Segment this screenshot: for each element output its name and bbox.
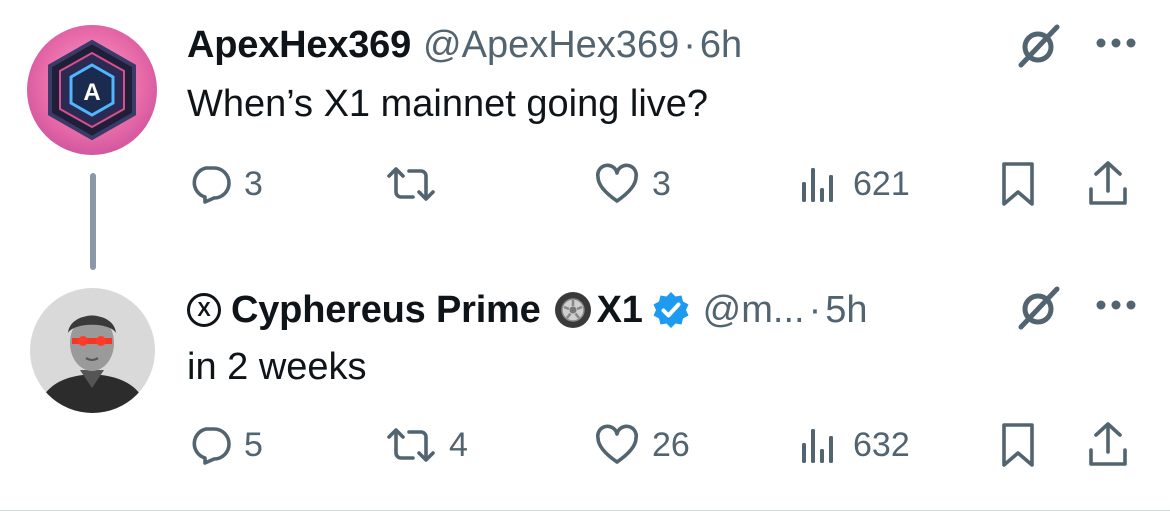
- share-button[interactable]: [1086, 415, 1130, 475]
- views-count: 632: [853, 425, 910, 464]
- bookmark-button[interactable]: [998, 154, 1038, 214]
- bookmark-icon: [1002, 162, 1034, 206]
- bookmark-button[interactable]: [998, 415, 1038, 475]
- tweet-apexhex369[interactable]: A ApexHex369 @ApexHex369 · 6h When’s X1 …: [0, 0, 1170, 270]
- grok-icon[interactable]: [1015, 23, 1061, 69]
- more-icon[interactable]: [1093, 295, 1139, 315]
- reply-button[interactable]: 5: [188, 415, 263, 475]
- reply-icon: [192, 166, 231, 204]
- like-count: 26: [652, 425, 690, 464]
- timestamp[interactable]: 6h: [700, 24, 742, 67]
- like-count: 3: [652, 164, 671, 203]
- views-icon: [802, 429, 833, 463]
- avatar-letter: A: [83, 79, 100, 106]
- reply-icon: [192, 427, 231, 465]
- reply-count: 3: [244, 164, 263, 203]
- user-handle[interactable]: @m...: [703, 289, 805, 332]
- x-badge-icon: X: [187, 293, 221, 327]
- more-icon[interactable]: [1093, 33, 1139, 53]
- grok-icon[interactable]: [1015, 285, 1061, 331]
- timestamp[interactable]: 5h: [825, 289, 867, 332]
- views-button[interactable]: 621: [797, 154, 910, 214]
- views-count: 621: [853, 164, 910, 203]
- share-icon: [1089, 422, 1127, 466]
- retweet-button[interactable]: [385, 154, 449, 214]
- tweet-header: X Cyphereus Prime X1 @m... · 5h: [187, 285, 868, 335]
- retweet-icon: [387, 428, 435, 462]
- like-icon: [596, 424, 638, 464]
- share-button[interactable]: [1086, 154, 1130, 214]
- avatar[interactable]: A: [27, 25, 157, 155]
- retweet-count: 4: [449, 425, 468, 464]
- user-handle[interactable]: @ApexHex369: [423, 24, 679, 67]
- separator-dot: ·: [808, 288, 822, 331]
- like-button[interactable]: 3: [594, 154, 671, 214]
- display-name[interactable]: Cyphereus Prime: [231, 289, 541, 332]
- separator-dot: ·: [683, 23, 696, 66]
- avatar[interactable]: [30, 288, 155, 413]
- verified-icon: [653, 292, 689, 328]
- like-button[interactable]: 26: [594, 415, 690, 475]
- views-button[interactable]: 632: [797, 415, 910, 475]
- action-bar: 5 4 26 632: [0, 415, 1170, 475]
- reply-count: 5: [244, 425, 263, 464]
- display-name[interactable]: ApexHex369: [187, 24, 411, 67]
- tweet-header: ApexHex369 @ApexHex369 · 6h: [187, 20, 742, 70]
- share-icon: [1089, 161, 1127, 205]
- tweet-cyphereus-prime[interactable]: X Cyphereus Prime X1 @m... · 5h in 2 wee…: [0, 275, 1170, 505]
- retweet-button[interactable]: 4: [385, 415, 468, 475]
- like-icon: [596, 163, 638, 203]
- tweet-text: When’s X1 mainnet going live?: [187, 83, 709, 125]
- name-suffix: X1: [596, 288, 643, 331]
- reply-button[interactable]: 3: [188, 154, 263, 214]
- divider: [0, 510, 1170, 511]
- action-bar: 3 3 621: [0, 154, 1170, 214]
- tire-emoji: [554, 292, 591, 328]
- retweet-icon: [387, 167, 435, 201]
- tweet-text: in 2 weeks: [187, 346, 367, 388]
- bookmark-icon: [1002, 423, 1034, 467]
- views-icon: [802, 168, 833, 202]
